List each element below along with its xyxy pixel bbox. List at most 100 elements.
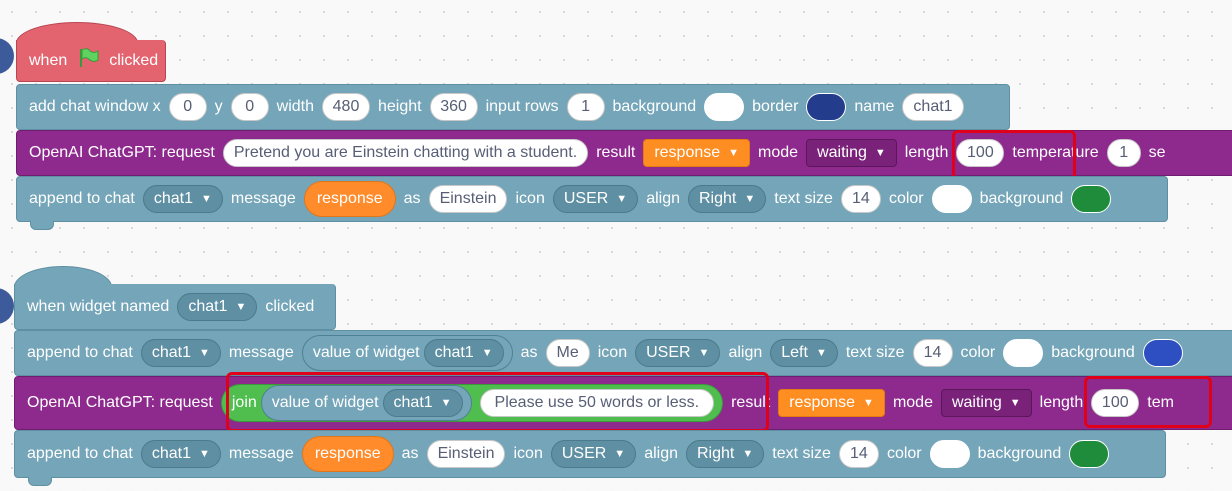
text-size-input[interactable]: 14 bbox=[912, 339, 953, 367]
result-value: response bbox=[654, 144, 721, 161]
caret-down-icon: ▼ bbox=[199, 347, 210, 359]
background-label: background bbox=[612, 98, 697, 115]
mode-dropdown[interactable]: waiting ▼ bbox=[940, 389, 1032, 417]
offscreen-block-edge bbox=[0, 288, 14, 324]
align-label: align bbox=[644, 445, 678, 462]
name-label: name bbox=[854, 98, 895, 115]
add-chat-window-block[interactable]: add chat window x 0 y 0 width 480 height… bbox=[16, 84, 1010, 130]
caret-down-icon: ▼ bbox=[744, 193, 756, 205]
width-input[interactable]: 480 bbox=[322, 93, 370, 121]
mode-label: mode bbox=[758, 144, 799, 161]
background-label: background bbox=[1051, 344, 1135, 361]
caret-down-icon: ▼ bbox=[863, 397, 874, 409]
color-label: color bbox=[886, 445, 922, 462]
when-flag-clicked-block[interactable]: when clicked bbox=[16, 40, 166, 82]
input-rows-input[interactable]: 1 bbox=[566, 93, 605, 121]
append-to-chat-block[interactable]: append to chat chat1 ▼ message response … bbox=[16, 176, 1168, 222]
block-bottom-tab bbox=[28, 477, 52, 486]
length-label: length bbox=[904, 144, 949, 161]
response-reporter[interactable]: response bbox=[301, 436, 394, 472]
message-label: message bbox=[228, 445, 294, 462]
caret-down-icon: ▼ bbox=[728, 147, 740, 159]
caret-down-icon: ▼ bbox=[815, 347, 827, 359]
as-label: as bbox=[520, 344, 538, 361]
highlight-length bbox=[952, 130, 1076, 180]
block-label: add chat window x bbox=[29, 98, 161, 115]
x-input[interactable]: 0 bbox=[168, 93, 207, 121]
align-dropdown[interactable]: Right ▼ bbox=[688, 185, 767, 213]
background-color-swatch[interactable] bbox=[1071, 185, 1112, 213]
result-dropdown[interactable]: response ▼ bbox=[778, 389, 885, 417]
text-size-label: text size bbox=[774, 190, 833, 207]
block-label: append to chat bbox=[29, 190, 135, 207]
caret-down-icon: ▼ bbox=[698, 347, 710, 359]
mode-dropdown[interactable]: waiting ▼ bbox=[806, 139, 897, 167]
widget-dropdown[interactable]: chat1 ▼ bbox=[423, 339, 504, 367]
append-to-chat-block[interactable]: append to chat chat1 ▼ message response … bbox=[14, 430, 1166, 478]
text-color-swatch[interactable] bbox=[929, 440, 970, 468]
chat-dropdown[interactable]: chat1 ▼ bbox=[140, 339, 221, 367]
mode-value: waiting bbox=[951, 394, 1002, 411]
color-label: color bbox=[888, 190, 924, 207]
align-value: Right bbox=[697, 445, 735, 462]
block-label: append to chat bbox=[27, 445, 133, 462]
result-label: result bbox=[596, 144, 636, 161]
background-color-swatch[interactable] bbox=[1069, 440, 1110, 468]
block-label: OpenAI ChatGPT: request bbox=[27, 394, 213, 411]
align-dropdown[interactable]: Left ▼ bbox=[770, 339, 838, 367]
text-color-swatch[interactable] bbox=[1003, 339, 1044, 367]
background-color-swatch[interactable] bbox=[1142, 339, 1183, 367]
icon-dropdown[interactable]: USER ▼ bbox=[635, 339, 721, 367]
value-of-widget-reporter[interactable]: value of widget chat1 ▼ bbox=[301, 335, 513, 371]
width-label: width bbox=[276, 98, 314, 115]
caret-down-icon: ▼ bbox=[235, 300, 247, 313]
text-size-label: text size bbox=[845, 344, 905, 361]
icon-label: icon bbox=[513, 445, 543, 462]
height-label: height bbox=[378, 98, 422, 115]
align-dropdown[interactable]: Right ▼ bbox=[686, 440, 765, 468]
block-bottom-tab bbox=[30, 221, 54, 230]
as-input[interactable]: Me bbox=[545, 339, 590, 367]
caret-down-icon: ▼ bbox=[616, 193, 628, 205]
response-reporter[interactable]: response bbox=[303, 181, 396, 217]
caret-down-icon: ▼ bbox=[201, 193, 212, 205]
text-size-input[interactable]: 14 bbox=[838, 440, 879, 468]
text-size-label: text size bbox=[772, 445, 831, 462]
height-input[interactable]: 360 bbox=[429, 93, 478, 121]
as-input[interactable]: Einstein bbox=[426, 440, 506, 468]
offscreen-block-edge bbox=[0, 38, 14, 74]
background-label: background bbox=[979, 190, 1064, 207]
block-label: when widget named bbox=[27, 297, 170, 315]
caret-down-icon: ▼ bbox=[742, 448, 754, 460]
border-color-swatch[interactable] bbox=[806, 93, 847, 121]
mode-value: waiting bbox=[817, 144, 867, 161]
widget-dropdown[interactable]: chat1 ▼ bbox=[177, 292, 258, 321]
message-label: message bbox=[228, 344, 294, 361]
length-label: length bbox=[1039, 394, 1084, 411]
background-label: background bbox=[977, 445, 1062, 462]
chat-dropdown[interactable]: chat1 ▼ bbox=[140, 440, 221, 468]
icon-dropdown[interactable]: USER ▼ bbox=[552, 185, 639, 213]
result-dropdown[interactable]: response ▼ bbox=[643, 139, 751, 167]
input-rows-label: input rows bbox=[485, 98, 559, 115]
block-label: append to chat bbox=[27, 344, 133, 361]
widget-value: chat1 bbox=[188, 297, 228, 315]
border-label: border bbox=[752, 98, 799, 115]
name-input[interactable]: chat1 bbox=[902, 93, 964, 121]
append-to-chat-block[interactable]: append to chat chat1 ▼ message value of … bbox=[14, 330, 1232, 376]
text-color-swatch[interactable] bbox=[931, 185, 972, 213]
block-label: OpenAI ChatGPT: request bbox=[29, 144, 215, 161]
temperature-input[interactable]: 1 bbox=[1106, 139, 1141, 167]
as-input[interactable]: Einstein bbox=[428, 185, 508, 213]
as-label: as bbox=[403, 190, 421, 207]
icon-dropdown[interactable]: USER ▼ bbox=[550, 440, 637, 468]
as-label: as bbox=[401, 445, 419, 462]
y-input[interactable]: 0 bbox=[230, 93, 269, 121]
background-color-swatch[interactable] bbox=[704, 93, 745, 121]
when-widget-clicked-block[interactable]: when widget named chat1 ▼ clicked bbox=[14, 284, 336, 330]
chat-dropdown[interactable]: chat1 ▼ bbox=[142, 185, 223, 213]
color-label: color bbox=[960, 344, 996, 361]
reporter-label: value of widget bbox=[312, 344, 420, 361]
text-size-input[interactable]: 14 bbox=[840, 185, 881, 213]
prompt-input[interactable]: Pretend you are Einstein chatting with a… bbox=[222, 139, 589, 167]
